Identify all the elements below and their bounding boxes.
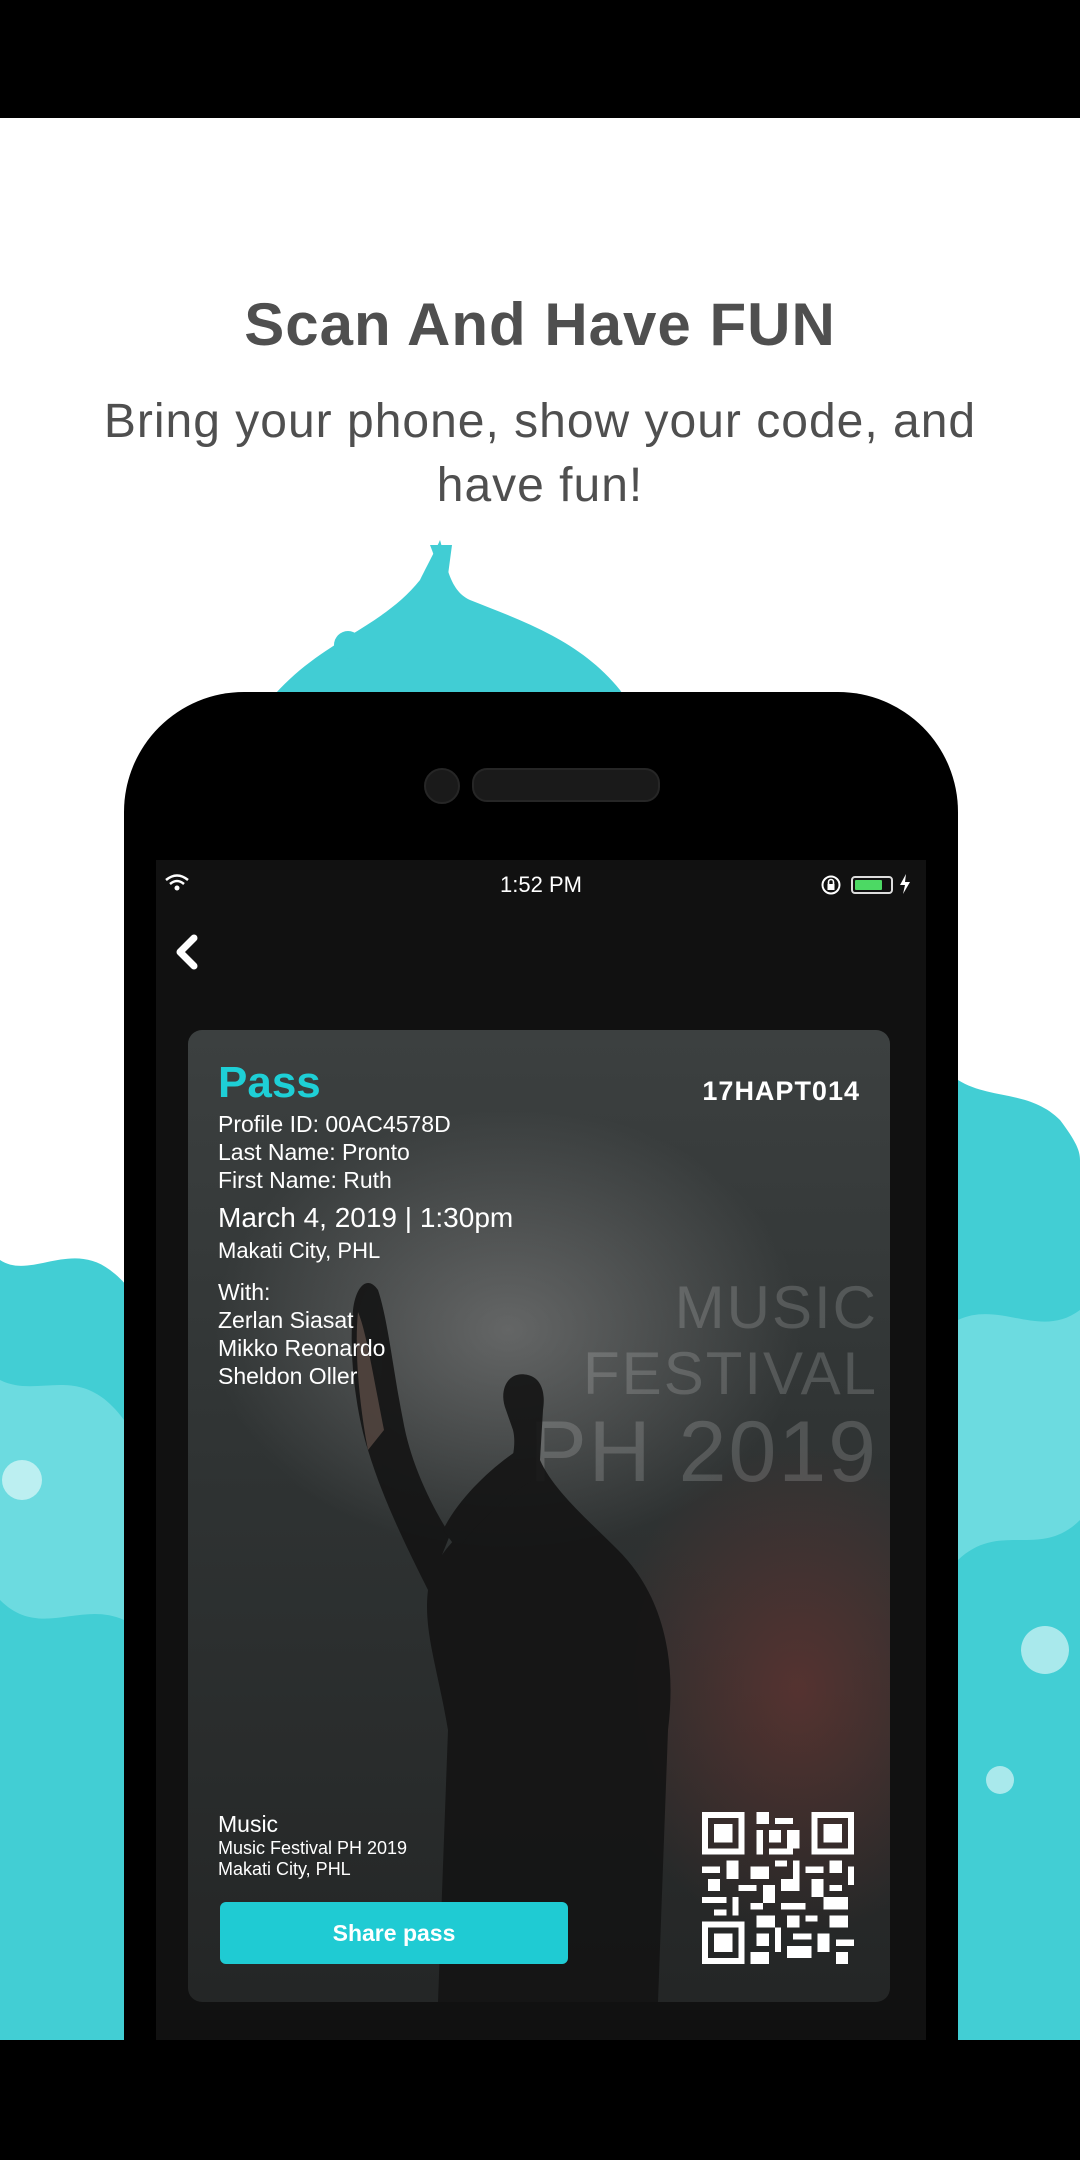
last-name: Last Name: Pronto (218, 1139, 410, 1165)
phone-screen: 1:52 PM MUSIC FESTIVAL PH 2019 Pass 17HA… (156, 860, 926, 2040)
status-bar: 1:52 PM (156, 860, 926, 910)
battery-icon (851, 876, 893, 894)
qr-code[interactable] (702, 1812, 854, 1964)
back-arrow-icon[interactable] (166, 928, 210, 976)
onboarding-headline: Scan And Have FUN (244, 291, 836, 358)
status-time: 1:52 PM (500, 872, 582, 897)
onboarding-subline: Bring your phone, show your code, and ha… (103, 395, 977, 512)
charging-icon (900, 874, 910, 894)
event-location: Makati City, PHL (218, 1859, 351, 1879)
top-system-bar (0, 0, 1080, 118)
battery-level (855, 880, 882, 890)
pass-card: MUSIC FESTIVAL PH 2019 Pass 17HAPT014 Pr… (188, 1030, 890, 2002)
first-name: First Name: Ruth (218, 1167, 392, 1193)
profile-id: Profile ID: 00AC4578D (218, 1111, 451, 1137)
pass-code: 17HAPT014 (702, 1076, 860, 1106)
share-pass-button[interactable]: Share pass (220, 1902, 568, 1964)
event-datetime: March 4, 2019 | 1:30pm (218, 1202, 514, 1233)
phone-speaker (472, 768, 660, 802)
profile-details: Profile ID: 00AC4578D Last Name: Pronto … (218, 1110, 451, 1194)
rotation-lock-icon (821, 875, 841, 895)
companion-item: Zerlan Siasat (218, 1307, 354, 1333)
pass-title: Pass (218, 1058, 321, 1107)
companion-item: Sheldon Oller (218, 1363, 358, 1389)
companions-list: With: Zerlan Siasat Mikko Reonardo Sheld… (218, 1278, 385, 1390)
event-category: Music (218, 1811, 279, 1837)
bottom-navigation-bar (0, 2040, 1080, 2160)
event-location-top: Makati City, PHL (218, 1238, 381, 1263)
companion-item: Mikko Reonardo (218, 1335, 386, 1361)
with-label: With: (218, 1279, 271, 1305)
phone-mockup: 1:52 PM MUSIC FESTIVAL PH 2019 Pass 17HA… (124, 692, 958, 2040)
splash-background: Scan And Have FUN Bring your phone, show… (0, 0, 1080, 2040)
event-name: Music Festival PH 2019 (218, 1838, 408, 1858)
phone-camera (424, 768, 460, 804)
event-info: Music Music Festival PH 2019 Makati City… (218, 1810, 407, 1880)
